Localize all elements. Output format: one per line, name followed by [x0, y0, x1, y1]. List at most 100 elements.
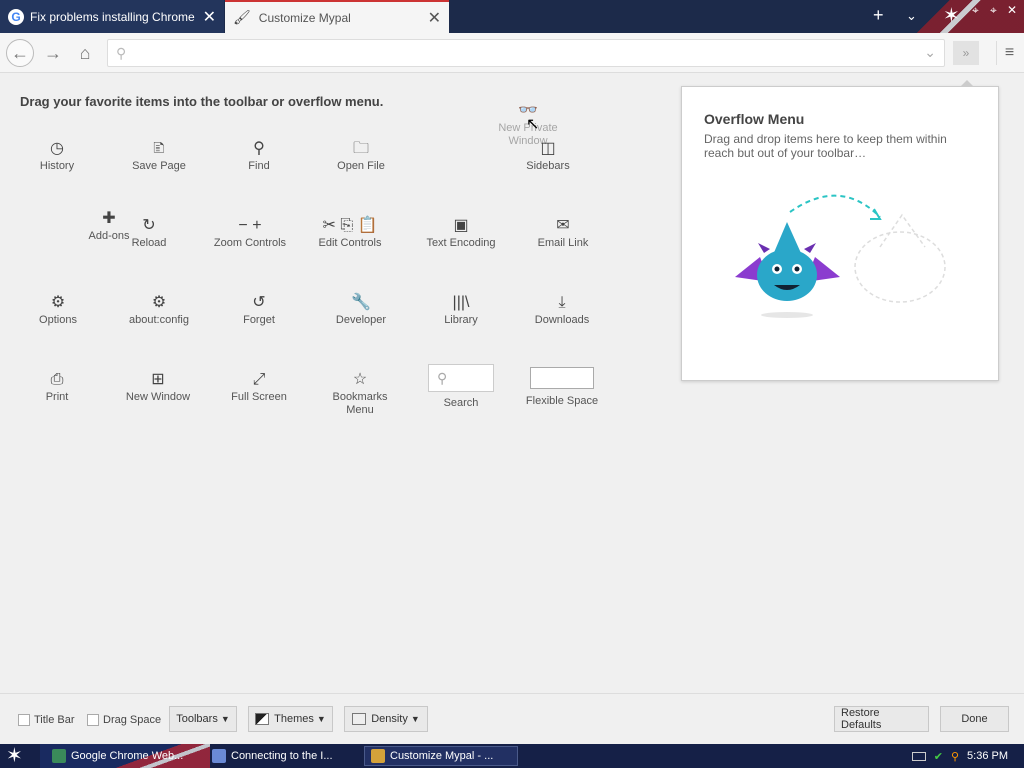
search-icon: ⚲ [116, 45, 127, 61]
search-box: ⚲ [428, 364, 494, 392]
item-label: Email Link [537, 237, 589, 249]
palette-item-reload[interactable]: ↻ Reload [99, 215, 199, 250]
search-icon: ⚲ [437, 370, 448, 386]
close-tab-icon[interactable]: ✕ [428, 8, 441, 28]
edit-controls-icon: ✂ ⎘ 📋 [322, 217, 378, 234]
menu-button[interactable]: ≡ [996, 41, 1016, 65]
palette-item-edit-controls[interactable]: ✂ ⎘ 📋 Edit Controls [300, 215, 400, 250]
search-tray-icon[interactable]: ⚲ [951, 750, 959, 763]
item-label: Downloads [534, 314, 590, 326]
item-label: History [39, 160, 75, 172]
palette-item-zoom-controls[interactable]: − + Zoom Controls [200, 215, 300, 250]
button-label: Done [961, 713, 988, 725]
item-label: Bookmarks Menu [332, 391, 388, 416]
chrome-icon [52, 749, 66, 763]
done-button[interactable]: Done [940, 706, 1009, 732]
palette-item-new-window[interactable]: ⊞ New Window [108, 369, 208, 404]
palette-item-save-page[interactable]: 🗈 Save Page [109, 138, 209, 173]
caret-down-icon: ▼ [410, 714, 420, 724]
checkbox-box[interactable] [18, 714, 30, 726]
folder-icon: 🗀 [352, 140, 369, 157]
themes-button[interactable]: Themes ▼ [248, 706, 333, 732]
clock[interactable]: 5:36 PM [967, 750, 1008, 762]
flexible-space-box [530, 367, 594, 389]
item-label: Reload [131, 237, 167, 249]
palette-item-email-link[interactable]: ✉ Email Link [513, 215, 613, 250]
sidebar-icon: ◫ [540, 140, 556, 157]
tab-label: Fix problems installing Chrome - Go [30, 9, 197, 24]
drag-space-checkbox[interactable]: Drag Space [87, 714, 161, 726]
tab-customize[interactable]: 🖌 Customize Mypal ✕ [225, 0, 449, 33]
palette-item-sidebars[interactable]: ◫ Sidebars [498, 138, 598, 173]
palette-item-bookmarks-menu[interactable]: ☆ Bookmarks Menu [310, 369, 410, 417]
item-label: Open File [337, 160, 385, 172]
palette-item-text-encoding[interactable]: ▣ Text Encoding [411, 215, 511, 250]
home-button[interactable]: ⌂ [72, 40, 98, 66]
double-chevron-icon: » [962, 46, 970, 60]
arrow-left-icon: ← [11, 42, 29, 63]
taskbar-item-chrome[interactable]: Google Chrome Web... [46, 746, 206, 766]
google-icon: G [8, 8, 24, 25]
arrow-right-icon: → [44, 42, 62, 63]
palette-heading: Drag your favorite items into the toolba… [20, 94, 384, 109]
new-tab-icon[interactable]: + [873, 5, 884, 26]
network-icon[interactable]: ✔ [934, 750, 943, 763]
overflow-button[interactable]: » [953, 41, 979, 65]
item-label: New Window [125, 391, 191, 403]
zoom-icon: − + [238, 217, 262, 234]
toolbars-button[interactable]: Toolbars ▼ [169, 706, 237, 732]
chevron-down-icon[interactable]: ⌄ [924, 44, 936, 61]
density-button[interactable]: Density ▼ [344, 706, 428, 732]
taskbar-item-mypal[interactable]: Customize Mypal - ... [364, 746, 518, 766]
forget-icon: ↺ [252, 294, 266, 311]
back-button[interactable]: ← [6, 39, 34, 67]
caret-down-icon: ▼ [316, 714, 326, 724]
hamburger-icon: ≡ [1004, 44, 1015, 61]
item-label: Forget [243, 314, 275, 326]
palette-item-history[interactable]: ◷ History [7, 138, 107, 173]
cursor-icon: ↖ [526, 116, 540, 133]
item-label: Zoom Controls [213, 237, 287, 249]
keyboard-icon[interactable] [911, 751, 926, 761]
system-tray: ✔ ⚲ 5:36 PM [911, 744, 1008, 768]
palette-item-options[interactable]: ⚙ Options [8, 292, 108, 327]
library-icon: |||\ [452, 294, 470, 311]
palette-item-find[interactable]: ⚲ Find [209, 138, 309, 173]
overflow-panel[interactable]: Overflow Menu Drag and drop items here t… [681, 80, 999, 381]
theme-swatch-icon [255, 713, 270, 725]
checkbox-label: Drag Space [103, 714, 162, 726]
palette-item-about-config[interactable]: ⚙ about:config [109, 292, 209, 327]
palette-item-developer[interactable]: 🔧 Developer [311, 292, 411, 327]
nav-bar: ← → ⌂ ⚲ ⌄ » ≡ [0, 33, 1024, 73]
gear-icon: ⚙ [151, 294, 167, 311]
palette-item-search[interactable]: ⚲ Search [411, 364, 511, 410]
palette-item-open-file[interactable]: 🗀 Open File [311, 138, 411, 173]
palette-item-full-screen[interactable]: ⤢ Full Screen [209, 369, 309, 404]
item-label: Text Encoding [426, 237, 496, 249]
button-label: Toolbars [176, 713, 218, 725]
minimize-icon[interactable]: ⌖ [972, 3, 979, 18]
new-window-icon: ⊞ [151, 371, 165, 388]
palette-item-library[interactable]: |||\ Library [411, 292, 511, 327]
palette-item-forget[interactable]: ↺ Forget [209, 292, 309, 327]
maximize-icon[interactable]: ⌖ [990, 3, 997, 18]
item-label: Full Screen [231, 391, 287, 403]
palette-item-downloads[interactable]: ⤓ Downloads [512, 292, 612, 327]
tab-fix-problems[interactable]: G Fix problems installing Chrome - Go ✕ [0, 0, 224, 33]
close-tab-icon[interactable]: ✕ [203, 7, 216, 27]
wrench-icon: 🔧 [351, 294, 371, 311]
taskbar-item-connecting[interactable]: Connecting to the I... [206, 746, 360, 766]
palette-item-flexible-space[interactable]: Flexible Space [512, 364, 612, 408]
checkbox-box[interactable] [87, 714, 99, 726]
start-button[interactable]: ✶ [6, 745, 30, 767]
caret-down-icon: ▼ [220, 714, 230, 724]
chevron-down-icon[interactable]: ⌄ [906, 8, 917, 24]
palette-item-print[interactable]: ⎙ Print [7, 369, 107, 404]
close-window-icon[interactable]: ✕ [1007, 3, 1017, 17]
url-bar[interactable]: ⚲ ⌄ [107, 39, 945, 67]
item-label: Print [45, 391, 69, 403]
title-bar-checkbox[interactable]: Title Bar [18, 714, 75, 726]
restore-defaults-button[interactable]: Restore Defaults [834, 706, 929, 732]
item-label: Sidebars [526, 160, 570, 172]
forward-button[interactable]: → [40, 40, 66, 66]
